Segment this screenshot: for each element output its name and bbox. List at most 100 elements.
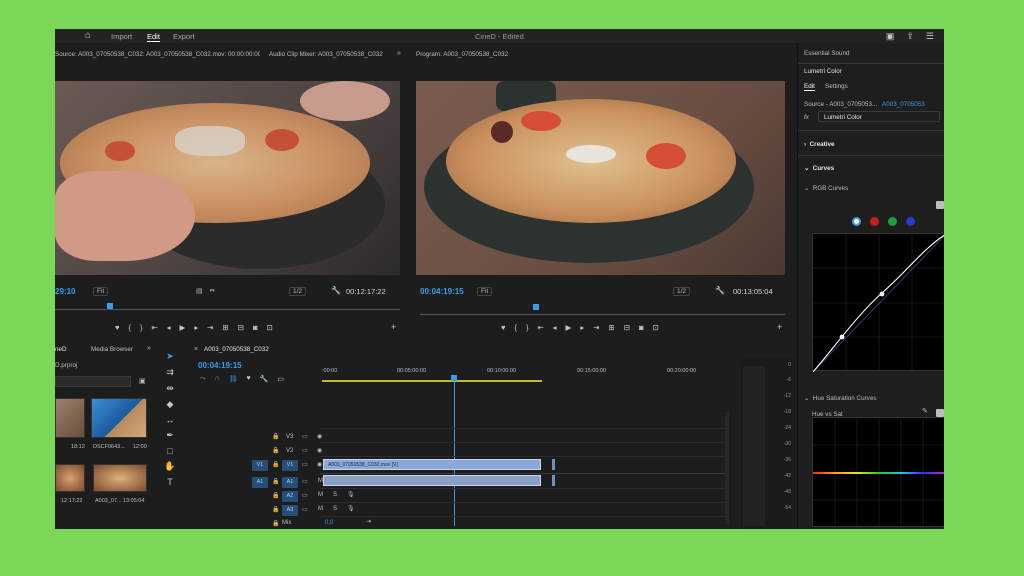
audio-clip[interactable]	[323, 475, 541, 486]
mark-in-icon[interactable]: {	[514, 323, 517, 332]
export-frame-icon[interactable]: ◙	[253, 323, 258, 332]
creative-section[interactable]: › Creative	[804, 141, 834, 148]
lock-icon[interactable]: 🔒	[272, 520, 279, 527]
selection-tool-icon[interactable]: ➤	[166, 351, 174, 362]
new-bin-icon[interactable]: ▣	[139, 377, 146, 385]
channel-green-dot[interactable]	[888, 217, 897, 226]
add-marker-icon[interactable]: ♥	[247, 375, 251, 383]
add-button-icon[interactable]: +	[391, 322, 396, 332]
hue-sat-section[interactable]: ⌄ Hue Saturation Curves	[804, 395, 876, 402]
add-marker-icon[interactable]: ♥	[501, 323, 505, 332]
mic-icon[interactable]: 🎙	[347, 505, 355, 512]
track-select-icon[interactable]: ⇉	[166, 367, 174, 378]
step-back-icon[interactable]: ◂	[167, 323, 171, 332]
extract-icon[interactable]: ⊟	[624, 323, 630, 332]
lock-icon[interactable]: 🔒	[272, 506, 279, 513]
linked-selection-icon[interactable]: ⛓	[229, 375, 238, 383]
mic-icon[interactable]: 🎙	[347, 491, 355, 498]
timeline-playhead[interactable]	[454, 376, 455, 526]
source-timecode[interactable]: 29:10	[55, 287, 75, 296]
lock-icon[interactable]: 🔒	[272, 478, 279, 485]
source-playhead[interactable]	[107, 303, 113, 309]
menu-edit[interactable]: Edit	[147, 32, 160, 42]
close-icon[interactable]: ×	[194, 346, 198, 353]
clip-thumb-3[interactable]	[55, 464, 85, 492]
lock-icon[interactable]: 🔒	[272, 447, 279, 454]
clip-end-marker[interactable]	[552, 459, 555, 470]
wrench-icon[interactable]: 🔧	[715, 286, 725, 295]
effect-select[interactable]: Lumetri Color	[818, 111, 940, 122]
slip-icon[interactable]: ↔	[166, 415, 175, 425]
audio-clip-mixer-tab[interactable]: Audio Clip Mixer: A003_07050538_C032	[269, 51, 399, 63]
hand-icon[interactable]: ✋	[164, 461, 175, 472]
solo-button[interactable]: S	[333, 506, 337, 512]
go-to-out-icon[interactable]: ⇥	[593, 323, 599, 332]
sync-icon[interactable]: ▭	[302, 433, 308, 440]
mute-button[interactable]: M	[318, 492, 323, 498]
clip-thumb-2[interactable]	[91, 398, 147, 438]
play-icon[interactable]: ▶	[180, 323, 186, 332]
channel-red-dot[interactable]	[870, 217, 879, 226]
mark-out-icon[interactable]: }	[140, 323, 143, 332]
comparison-view-icon[interactable]: ⊡	[653, 323, 659, 332]
mix-value[interactable]: 0,0	[325, 520, 333, 526]
channel-blue-dot[interactable]	[906, 217, 915, 226]
lock-icon[interactable]: 🔒	[272, 461, 279, 468]
chevron-right-icon[interactable]: »	[397, 50, 401, 57]
type-tool-icon[interactable]: T	[167, 477, 173, 487]
razor-icon[interactable]: ◆	[167, 399, 174, 410]
clip-thumb-1[interactable]	[55, 398, 85, 438]
sync-icon[interactable]: ▭	[302, 447, 308, 454]
program-timecode[interactable]: 00:04:19:15	[420, 287, 464, 296]
share-icon[interactable]: ⇪	[906, 31, 914, 42]
add-marker-icon[interactable]: ♥	[115, 323, 119, 332]
marker-icon[interactable]: ⧦	[210, 287, 214, 295]
captions-icon[interactable]: ▭	[277, 375, 284, 383]
go-to-out-icon[interactable]: ⇥	[207, 323, 213, 332]
source-zoom-select[interactable]: 1/2	[289, 287, 307, 296]
pen-icon[interactable]: ✒	[166, 430, 174, 441]
go-to-in-icon[interactable]: ⇤	[537, 323, 543, 332]
wrench-icon[interactable]: 🔧	[331, 286, 341, 295]
step-back-icon[interactable]: ◂	[553, 323, 557, 332]
menu-icon[interactable]: ☰	[926, 31, 934, 42]
menu-export[interactable]: Export	[173, 32, 195, 41]
step-forward-icon[interactable]: ▸	[194, 323, 198, 332]
step-forward-icon[interactable]: ▸	[580, 323, 584, 332]
program-zoom-select[interactable]: 1/2	[673, 287, 691, 296]
track-target-v1[interactable]: V1	[282, 460, 298, 471]
program-ruler[interactable]	[420, 314, 785, 315]
workspace-icon[interactable]: ▣	[886, 31, 895, 42]
keyframe-nav-icon[interactable]: ⇥	[366, 518, 371, 525]
sync-icon[interactable]: ▭	[302, 492, 308, 499]
insert-icon[interactable]: ⊞	[222, 323, 228, 332]
timeline-scrollbar[interactable]	[725, 412, 729, 524]
go-to-in-icon[interactable]: ⇤	[151, 323, 157, 332]
export-frame-icon[interactable]: ◙	[639, 323, 644, 332]
settings-icon[interactable]: ▤	[196, 287, 203, 295]
track-target-a1[interactable]: A1	[282, 477, 298, 488]
sync-icon[interactable]: ▭	[302, 461, 308, 468]
ripple-edit-icon[interactable]: ⇹	[166, 383, 174, 394]
play-icon[interactable]: ▶	[566, 323, 572, 332]
project-tab[interactable]: neD	[55, 346, 67, 358]
video-clip[interactable]: A003_07050538_C032.mov [V]	[323, 459, 541, 470]
track-target-a3[interactable]: A3	[282, 505, 298, 516]
nest-icon[interactable]: ⤳	[200, 375, 206, 383]
channel-white-dot[interactable]	[852, 217, 861, 226]
clip-end-marker[interactable]	[552, 475, 555, 486]
media-browser-tab[interactable]: Media Browser	[91, 346, 133, 358]
edit-tab[interactable]: Edit	[804, 83, 815, 91]
rgb-curves-section[interactable]: ⌄ RGB Curves	[804, 185, 848, 192]
mark-in-icon[interactable]: {	[128, 323, 131, 332]
program-playhead[interactable]	[533, 304, 539, 310]
clip-thumb-4[interactable]	[93, 464, 147, 492]
project-search-input[interactable]	[55, 376, 131, 387]
menu-import[interactable]: Import	[111, 32, 132, 41]
program-monitor-tab[interactable]: Program: A003_07050538_C032	[416, 51, 536, 63]
mark-out-icon[interactable]: }	[526, 323, 529, 332]
overwrite-icon[interactable]: ⊟	[238, 323, 244, 332]
sequence-tab[interactable]: A003_07050538_C032	[204, 346, 269, 358]
sync-icon[interactable]: ▭	[302, 506, 308, 513]
source-patch-v1[interactable]: V1	[252, 460, 268, 471]
